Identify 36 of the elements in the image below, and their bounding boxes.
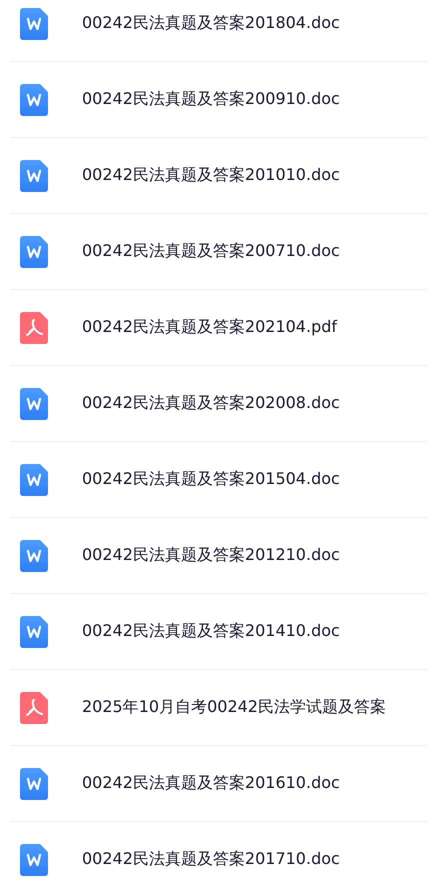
word-file-icon: [20, 388, 48, 420]
word-file-icon: [20, 236, 48, 268]
word-file-icon: [20, 160, 48, 192]
file-item[interactable]: 00242民法真题及答案201010.doc: [10, 138, 428, 214]
file-item[interactable]: 00242民法真题及答案201210.doc: [10, 518, 428, 594]
file-name: 00242民法真题及答案200710.doc: [82, 241, 340, 262]
pdf-file-icon: [20, 692, 48, 724]
file-item[interactable]: 00242民法真题及答案201710.doc: [10, 822, 428, 887]
file-name: 00242民法真题及答案202104.pdf: [82, 317, 338, 338]
word-file-icon: [20, 768, 48, 800]
word-file-icon: [20, 84, 48, 116]
file-name: 00242民法真题及答案201210.doc: [82, 545, 340, 566]
file-item[interactable]: 00242民法真题及答案202104.pdf: [10, 290, 428, 366]
file-name: 00242民法真题及答案201410.doc: [82, 621, 340, 642]
file-name: 00242民法真题及答案200910.doc: [82, 89, 340, 110]
word-file-icon: [20, 616, 48, 648]
file-name: 00242民法真题及答案201504.doc: [82, 469, 340, 490]
word-file-icon: [20, 844, 48, 876]
file-item[interactable]: 00242民法真题及答案201504.doc: [10, 442, 428, 518]
file-name: 00242民法真题及答案201710.doc: [82, 849, 340, 870]
file-name: 00242民法真题及答案201610.doc: [82, 773, 340, 794]
file-name: 2025年10月自考00242民法学试题及答案: [82, 697, 386, 718]
file-item[interactable]: 00242民法真题及答案201410.doc: [10, 594, 428, 670]
file-item[interactable]: 00242民法真题及答案201804.doc: [10, 0, 428, 62]
file-name: 00242民法真题及答案201804.doc: [82, 13, 340, 34]
file-name: 00242民法真题及答案201010.doc: [82, 165, 340, 186]
word-file-icon: [20, 8, 48, 40]
file-name: 00242民法真题及答案202008.doc: [82, 393, 340, 414]
file-item[interactable]: 00242民法真题及答案200910.doc: [10, 62, 428, 138]
file-item[interactable]: 00242民法真题及答案200710.doc: [10, 214, 428, 290]
word-file-icon: [20, 540, 48, 572]
file-item[interactable]: 00242民法真题及答案202008.doc: [10, 366, 428, 442]
file-item[interactable]: 2025年10月自考00242民法学试题及答案: [10, 670, 428, 746]
file-item[interactable]: 00242民法真题及答案201610.doc: [10, 746, 428, 822]
word-file-icon: [20, 464, 48, 496]
pdf-file-icon: [20, 312, 48, 344]
